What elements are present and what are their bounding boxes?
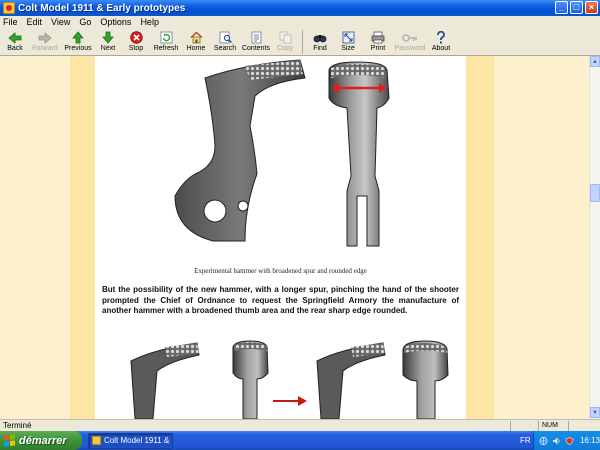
hammer-illustration <box>174 59 390 247</box>
status-cell-empty <box>510 420 538 431</box>
back-button[interactable]: Back <box>2 28 28 55</box>
speaker-icon[interactable] <box>552 436 561 446</box>
print-icon <box>371 31 385 44</box>
contents-button[interactable]: Contents <box>240 28 272 55</box>
refresh-icon <box>160 31 173 44</box>
about-icon <box>436 31 446 44</box>
down-arrow-icon <box>102 31 114 44</box>
page-background-right <box>494 56 589 419</box>
maximize-button[interactable]: □ <box>570 1 583 14</box>
body-paragraph: But the possibility of the new hammer, w… <box>102 285 459 315</box>
page-border-left <box>70 56 95 419</box>
key-icon <box>402 31 418 44</box>
task-app-icon <box>92 436 101 445</box>
home-icon <box>190 31 203 44</box>
system-tray: 16:13 <box>533 431 600 450</box>
vertical-scrollbar[interactable]: ▲ ▼ <box>589 56 600 419</box>
up-arrow-icon <box>72 31 84 44</box>
app-icon <box>3 2 15 14</box>
security-icon[interactable] <box>565 436 574 446</box>
content-area[interactable]: Experimental hammer with broadened spur … <box>0 56 589 419</box>
transition-arrow-head <box>298 396 307 406</box>
document-page: Experimental hammer with broadened spur … <box>95 56 466 419</box>
window-title-bar[interactable]: Colt Model 1911 & Early prototypes _ □ × <box>0 0 600 16</box>
forward-arrow-icon <box>38 31 52 44</box>
minimize-button[interactable]: _ <box>555 1 568 14</box>
stop-button[interactable]: Stop <box>122 28 150 55</box>
image-caption: Experimental hammer with broadened spur … <box>194 267 367 275</box>
toolbar-separator <box>302 30 303 54</box>
hammer-strut-hole <box>237 200 249 212</box>
find-icon <box>313 31 327 44</box>
menu-file[interactable]: File <box>3 17 18 27</box>
previous-button[interactable]: Previous <box>62 28 94 55</box>
status-bar: Terminé NUM <box>0 419 600 431</box>
about-button[interactable]: About <box>427 28 455 55</box>
contents-icon <box>250 31 263 44</box>
menu-view[interactable]: View <box>51 17 70 27</box>
home-button[interactable]: Home <box>182 28 210 55</box>
page-background-left <box>0 56 70 419</box>
new-hammer-side-view <box>316 342 386 419</box>
search-icon <box>219 31 232 44</box>
start-button[interactable]: démarrer <box>0 431 82 450</box>
clock[interactable]: 16:13 <box>580 436 600 445</box>
search-button[interactable]: Search <box>210 28 240 55</box>
scroll-down-button[interactable]: ▼ <box>590 407 600 418</box>
start-label: démarrer <box>19 434 67 447</box>
language-indicator[interactable]: FR <box>520 436 531 445</box>
toolbar: Back Forward Previous Next Stop Refresh <box>0 28 600 56</box>
windows-flag-icon <box>4 434 15 447</box>
menu-go[interactable]: Go <box>79 17 91 27</box>
stop-icon <box>129 31 143 44</box>
status-text: Terminé <box>3 421 32 430</box>
window-title: Colt Model 1911 & Early prototypes <box>18 2 186 14</box>
old-hammer-front-view <box>232 340 269 419</box>
status-cell-grip <box>568 420 588 431</box>
hammer-pivot-hole <box>203 199 227 223</box>
find-button[interactable]: Find <box>307 28 333 55</box>
refresh-button[interactable]: Refresh <box>150 28 182 55</box>
menu-bar: File Edit View Go Options Help <box>0 16 600 28</box>
task-label: Colt Model 1911 & Ea... <box>104 436 172 445</box>
num-lock-indicator: NUM <box>538 420 568 431</box>
print-button[interactable]: Print <box>363 28 393 55</box>
menu-help[interactable]: Help <box>140 17 159 27</box>
taskbar-window-button[interactable]: Colt Model 1911 & Ea... <box>88 432 173 449</box>
hammer-side-view <box>174 59 306 242</box>
scroll-up-button[interactable]: ▲ <box>590 56 600 67</box>
back-arrow-icon <box>8 31 22 44</box>
scroll-thumb[interactable] <box>590 184 600 202</box>
network-icon[interactable] <box>539 436 548 446</box>
copy-icon <box>279 31 292 44</box>
new-hammer-front-view <box>402 340 449 419</box>
old-hammer-side-view <box>130 342 200 419</box>
close-button[interactable]: × <box>585 1 598 14</box>
menu-options[interactable]: Options <box>100 17 131 27</box>
password-button[interactable]: Password <box>393 28 427 55</box>
page-border-right <box>466 56 494 419</box>
taskbar: démarrer Colt Model 1911 & Ea... <box>0 431 600 450</box>
forward-button[interactable]: Forward <box>28 28 62 55</box>
hammer-comparison-illustration <box>130 340 449 419</box>
size-button[interactable]: Size <box>333 28 363 55</box>
size-icon <box>342 31 355 44</box>
menu-edit[interactable]: Edit <box>27 17 43 27</box>
copy-button[interactable]: Copy <box>272 28 298 55</box>
next-button[interactable]: Next <box>94 28 122 55</box>
